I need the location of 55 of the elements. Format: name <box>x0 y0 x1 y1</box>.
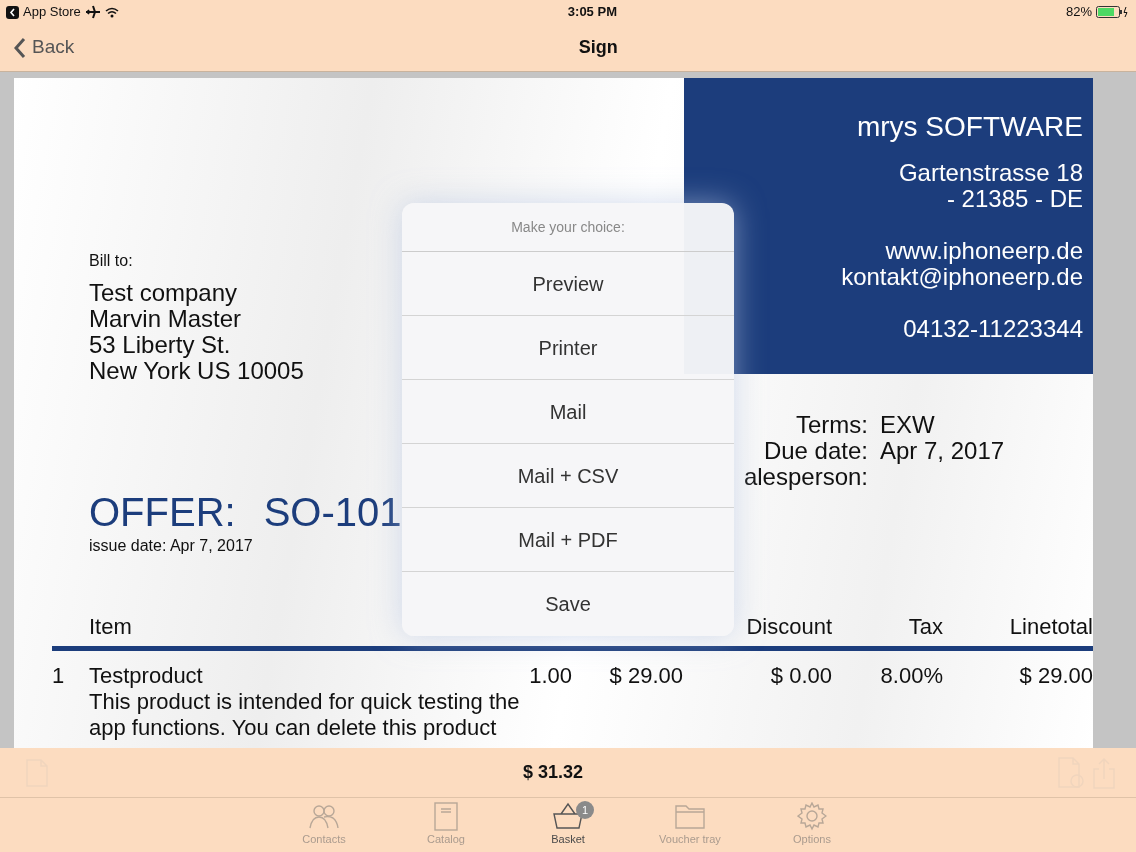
column-header: Item <box>89 614 133 640</box>
column-header: Linetotal <box>1008 614 1093 640</box>
action-option[interactable]: Mail + CSV <box>402 444 734 508</box>
action-option[interactable]: Mail <box>402 380 734 444</box>
terms-value: Apr 7, 2017 <box>880 438 1006 464</box>
table-cell-text: $ 29.00 <box>608 663 683 689</box>
battery-percent: 82% <box>1065 3 1092 22</box>
people-icon <box>309 802 339 831</box>
action-option[interactable]: Preview <box>402 252 734 316</box>
table-cell-text: $ 0.00 <box>769 663 832 689</box>
bill-to-line: New York US 10005 <box>89 358 304 384</box>
chevron-left-icon <box>14 36 26 59</box>
tab-item[interactable]: Basket 1 <box>532 798 604 852</box>
folder-icon <box>675 802 705 831</box>
terms-label: alesperson: <box>742 464 868 490</box>
action-option[interactable]: Mail + PDF <box>402 508 734 572</box>
action-option[interactable]: Printer <box>402 316 734 380</box>
terms-value: EXW <box>880 412 936 438</box>
book-icon <box>431 802 461 831</box>
total-amount: $ 31.32 <box>522 761 584 784</box>
battery-icon <box>1096 6 1130 18</box>
bill-to-line: 53 Liberty St. <box>89 332 232 358</box>
terms-label: Due date: <box>762 438 868 464</box>
count-badge: 1 <box>576 801 594 819</box>
terms-label: Terms: <box>795 412 868 438</box>
offer-label: OFFER: <box>89 490 236 534</box>
column-header: Tax <box>907 614 943 640</box>
offer-number: SO-101 <box>263 490 402 534</box>
screen-title: Sign <box>578 36 618 59</box>
product-name: Testproduct <box>89 663 204 689</box>
action-sheet-title: Make your choice: <box>402 203 734 252</box>
bill-to-line: Marvin Master <box>89 306 243 332</box>
airplane-icon <box>84 5 101 19</box>
bill-to-line: Test company <box>89 280 239 306</box>
company-name: mrys SOFTWARE <box>855 114 1083 140</box>
action-option[interactable]: Save <box>402 572 734 636</box>
basket-icon <box>553 802 583 831</box>
company-address-line: - 21385 - DE <box>945 186 1083 212</box>
back-button[interactable]: Back <box>14 33 75 62</box>
settings-icon <box>797 802 827 831</box>
company-address-line: Gartenstrasse 18 <box>897 160 1083 186</box>
table-cell-text: 1.00 <box>528 663 572 689</box>
issue-date: issue date: Apr 7, 2017 <box>89 536 253 556</box>
column-header: Discount <box>745 614 832 640</box>
table-cell-text: 8.00% <box>879 663 943 689</box>
product-description: This product is intended for quick testing the app functions. You can delete this product <box>89 689 521 741</box>
line-number: 1 <box>52 663 66 689</box>
carrier-label: App Store <box>23 3 81 22</box>
status-time: 3:05 PM <box>567 3 617 22</box>
bill-to-label: Bill to: <box>89 251 134 271</box>
company-phone: 04132-11223344 <box>902 316 1083 342</box>
company-contact-line: kontakt@iphoneerp.de <box>840 264 1083 290</box>
company-contact-line: www.iphoneerp.de <box>884 238 1083 264</box>
table-cell-text: $ 29.00 <box>1018 663 1093 689</box>
wifi-icon <box>104 6 119 18</box>
